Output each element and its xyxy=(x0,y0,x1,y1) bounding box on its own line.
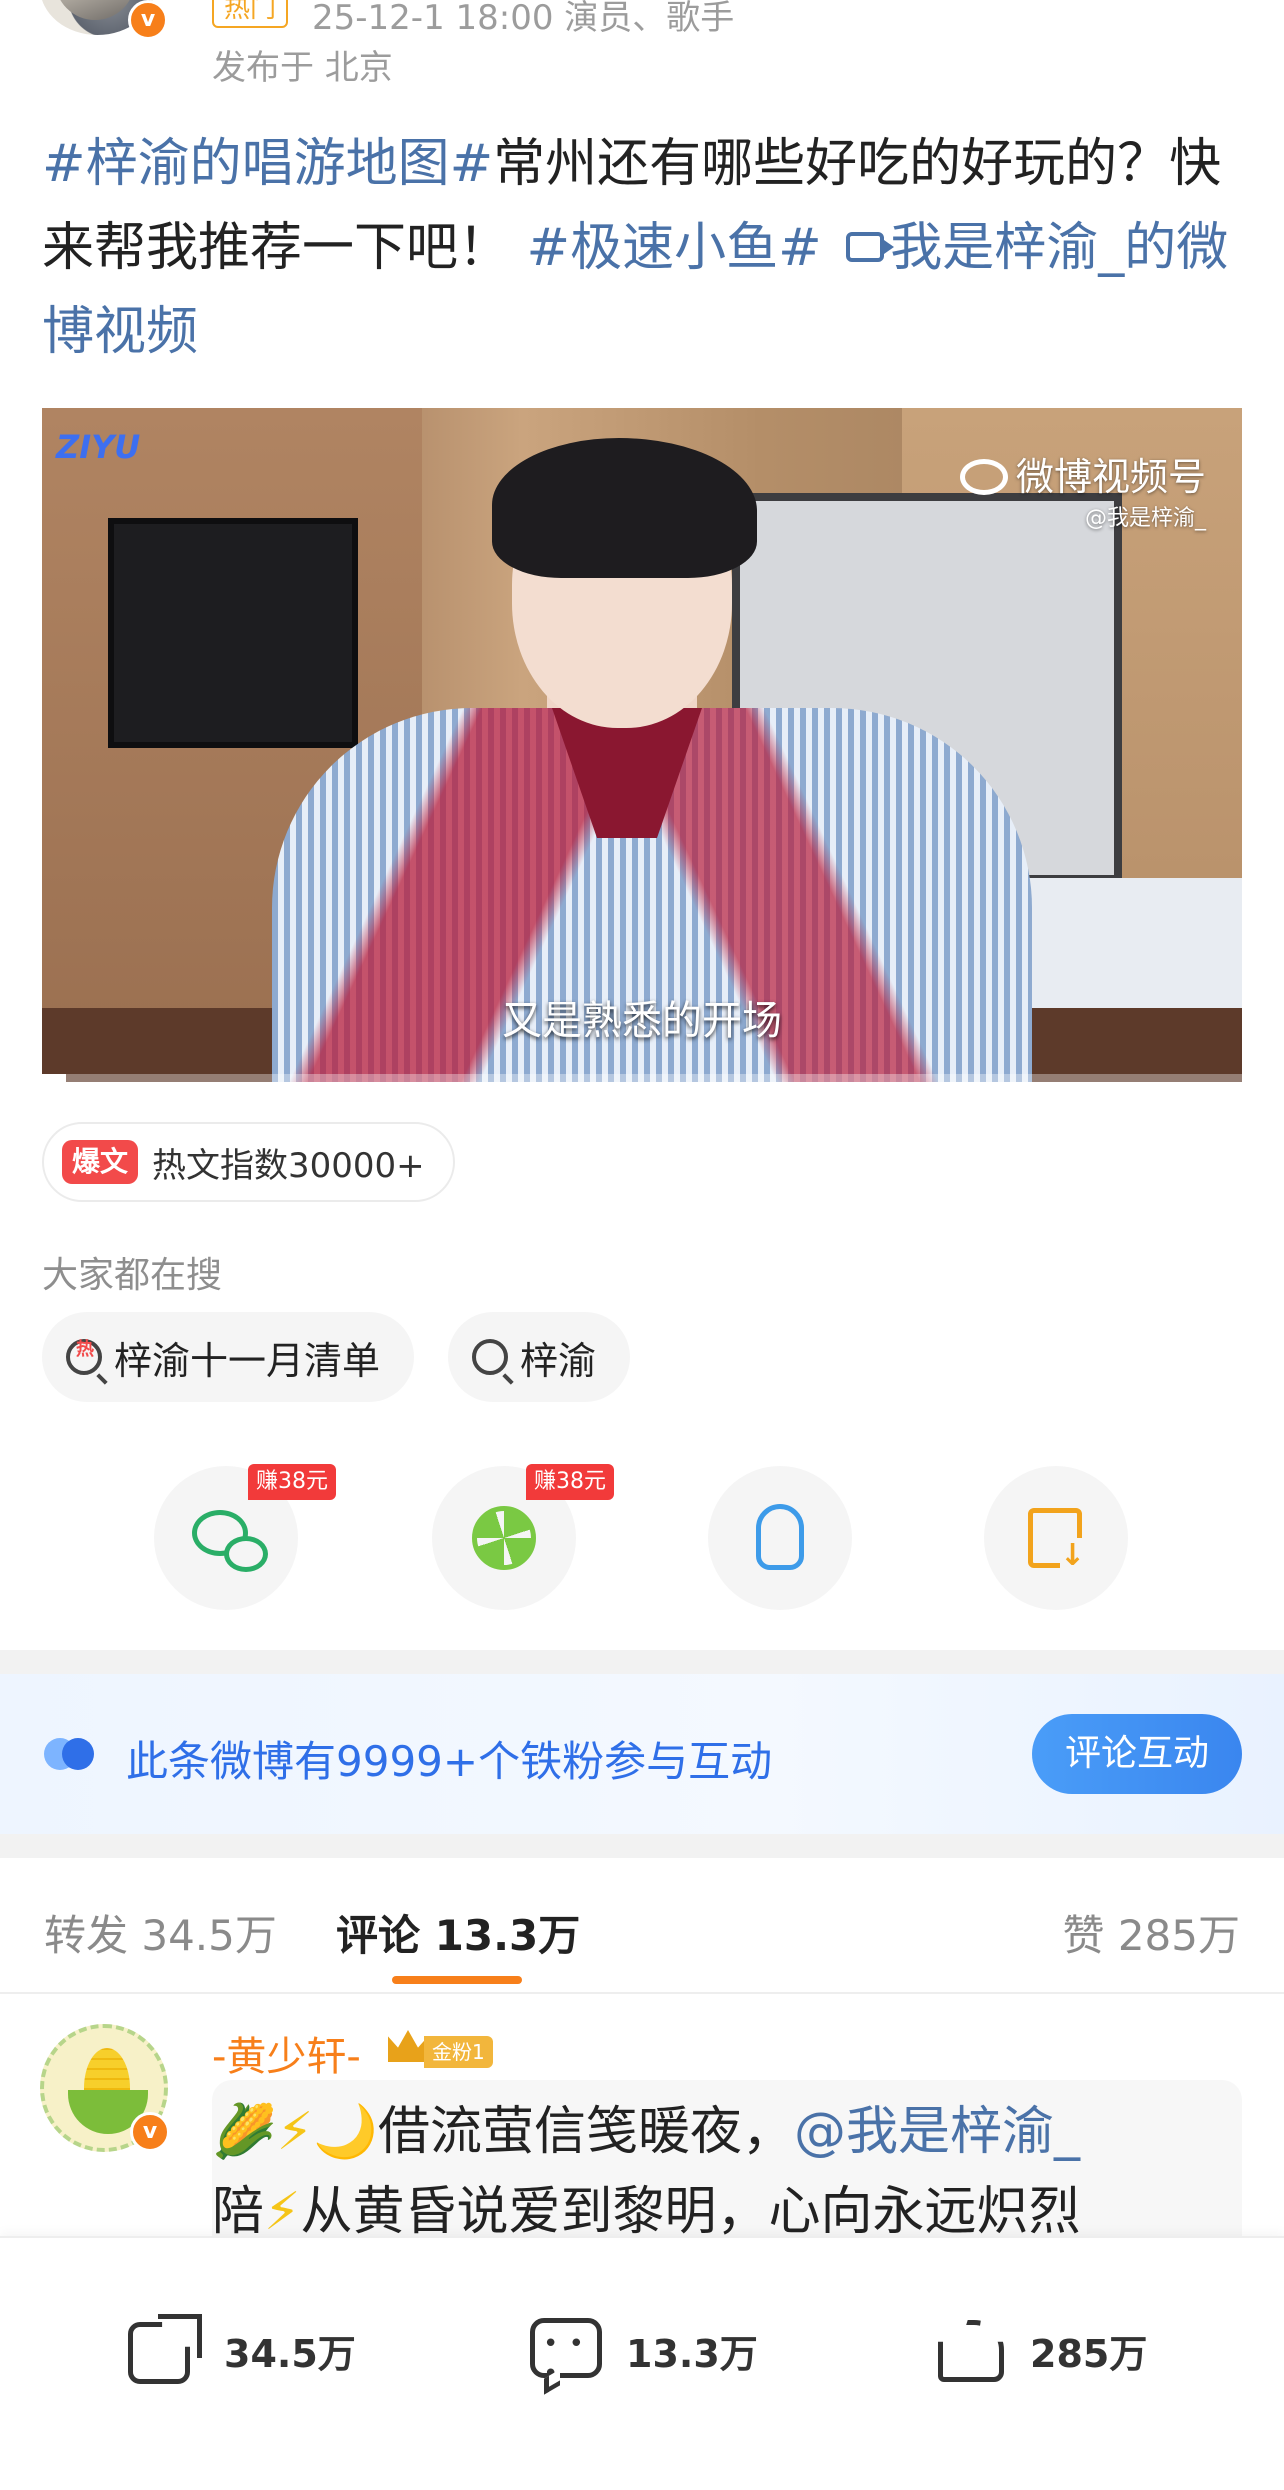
comment-count: 13.3万 xyxy=(626,2331,758,2376)
comment-button[interactable]: 13.3万 xyxy=(530,2310,758,2395)
moon-emoji-icon: 🌙 xyxy=(313,2102,379,2162)
section-divider xyxy=(0,1650,1284,1674)
repost-button[interactable]: 34.5万 xyxy=(128,2310,356,2390)
comment-interact-button[interactable]: 评论互动 xyxy=(1032,1714,1242,1794)
search-icon xyxy=(472,1339,508,1375)
search-section-title: 大家都在搜 xyxy=(42,1255,223,1296)
search-hot-icon: 热 xyxy=(66,1339,102,1375)
wechat-icon xyxy=(224,1536,268,1572)
comment-text-part: 陪 xyxy=(212,2182,265,2242)
hot-tag: 热门 xyxy=(212,0,289,28)
like-count: 285万 xyxy=(1030,2331,1148,2376)
repost-icon xyxy=(128,2314,202,2386)
tab-comment[interactable]: 评论 13.3万 xyxy=(336,1902,580,1963)
comment-text-part: 借流萤信笺暖夜， xyxy=(378,2102,795,2162)
earn-badge: 赚38元 xyxy=(248,1464,336,1500)
comment-text-part: 从黄昏说爱到黎明，心向永远炽烈 xyxy=(300,2182,1081,2242)
like-button[interactable]: 285万 xyxy=(934,2310,1147,2390)
video-subtitle: 又是熟悉的开场 xyxy=(502,998,782,1044)
tab-like[interactable]: 赞 285万 xyxy=(1062,1902,1240,1963)
thumbs-up-icon xyxy=(934,2314,1006,2386)
search-chip[interactable]: 热 梓渝十一月清单 xyxy=(42,1312,415,1402)
video-link-icon xyxy=(846,232,895,262)
video-handle: @我是梓渝_ xyxy=(1084,506,1206,531)
fan-interaction-banner: 此条微博有9999+个铁粉参与互动 评论互动 xyxy=(0,1674,1284,1834)
video-watermark: 微博视频号 xyxy=(959,446,1206,501)
bottom-action-bar: 34.5万 13.3万 285万 xyxy=(0,2236,1284,2490)
verified-badge-icon: v xyxy=(130,2112,170,2152)
post-meta: 25-12-1 18:00 演员、歌手 xyxy=(312,0,735,38)
search-chip-label: 梓渝十一月清单 xyxy=(114,1338,381,1383)
commenter-name[interactable]: -黄少轩- xyxy=(212,2024,361,2082)
active-tab-indicator xyxy=(392,1976,522,1984)
topic-link[interactable]: #极速小鱼# xyxy=(527,218,822,278)
search-chip-label: 梓渝 xyxy=(520,1338,597,1383)
section-divider xyxy=(0,1834,1284,1858)
tab-repost[interactable]: 转发 34.5万 xyxy=(44,1902,277,1963)
hot-article-badge: 爆文 xyxy=(62,1140,139,1184)
hot-index-pill[interactable]: 爆文 热文指数30000+ xyxy=(42,1122,455,1202)
hot-index-text: 热文指数30000+ xyxy=(152,1145,425,1186)
topic-link[interactable]: #梓渝的唱游地图# xyxy=(42,134,493,194)
video-player[interactable]: ZIYU 微博视频号 @我是梓渝_ 又是熟悉的开场 xyxy=(42,408,1242,1082)
post-text: #梓渝的唱游地图#常州还有哪些好吃的好玩的？快来帮我推荐一下吧！ #极速小鱼# … xyxy=(42,122,1242,374)
save-image-button[interactable] xyxy=(984,1466,1128,1610)
mention-link[interactable]: @我是梓渝_ xyxy=(794,2102,1080,2162)
watermark-text: 微博视频号 xyxy=(1015,455,1206,499)
weibo-logo-icon xyxy=(959,458,1008,495)
fan-banner-text: 此条微博有9999+个铁粉参与互动 xyxy=(126,1737,773,1786)
fan-icon xyxy=(44,1738,100,1770)
comment-icon xyxy=(530,2314,602,2395)
interaction-tabs: 转发 34.5万 评论 13.3万 赞 285万 xyxy=(0,1858,1284,1994)
comment-text: 🌽⚡🌙借流萤信笺暖夜，@我是梓渝_ 陪⚡从黄昏说爱到黎明，心向永远炽烈 xyxy=(212,2092,1242,2252)
video-background-tv xyxy=(108,518,358,748)
lightning-emoji-icon: ⚡ xyxy=(276,2102,314,2162)
earn-badge: 赚38元 xyxy=(526,1464,614,1500)
post-location: 发布于 北京 xyxy=(212,48,393,88)
save-image-icon xyxy=(1028,1508,1085,1573)
moments-icon xyxy=(472,1506,536,1570)
search-chip[interactable]: 梓渝 xyxy=(448,1312,631,1402)
post-header: v 热门 25-12-1 18:00 演员、歌手 发布于 北京 xyxy=(0,0,1284,95)
verified-badge-icon: v xyxy=(128,0,168,40)
qq-icon xyxy=(756,1504,804,1570)
video-progress-fill xyxy=(42,1074,66,1082)
share-qq-button[interactable] xyxy=(708,1466,852,1610)
video-person xyxy=(492,438,757,578)
hot-mark: 热 xyxy=(76,1339,94,1360)
video-channel-logo: ZIYU xyxy=(56,428,141,466)
corn-emoji-icon: 🌽 xyxy=(212,2102,277,2162)
repost-count: 34.5万 xyxy=(224,2331,356,2376)
video-progress-bar[interactable] xyxy=(42,1074,1242,1082)
crown-icon xyxy=(388,2030,428,2062)
fan-level-badge: 金粉1 xyxy=(424,2036,493,2068)
